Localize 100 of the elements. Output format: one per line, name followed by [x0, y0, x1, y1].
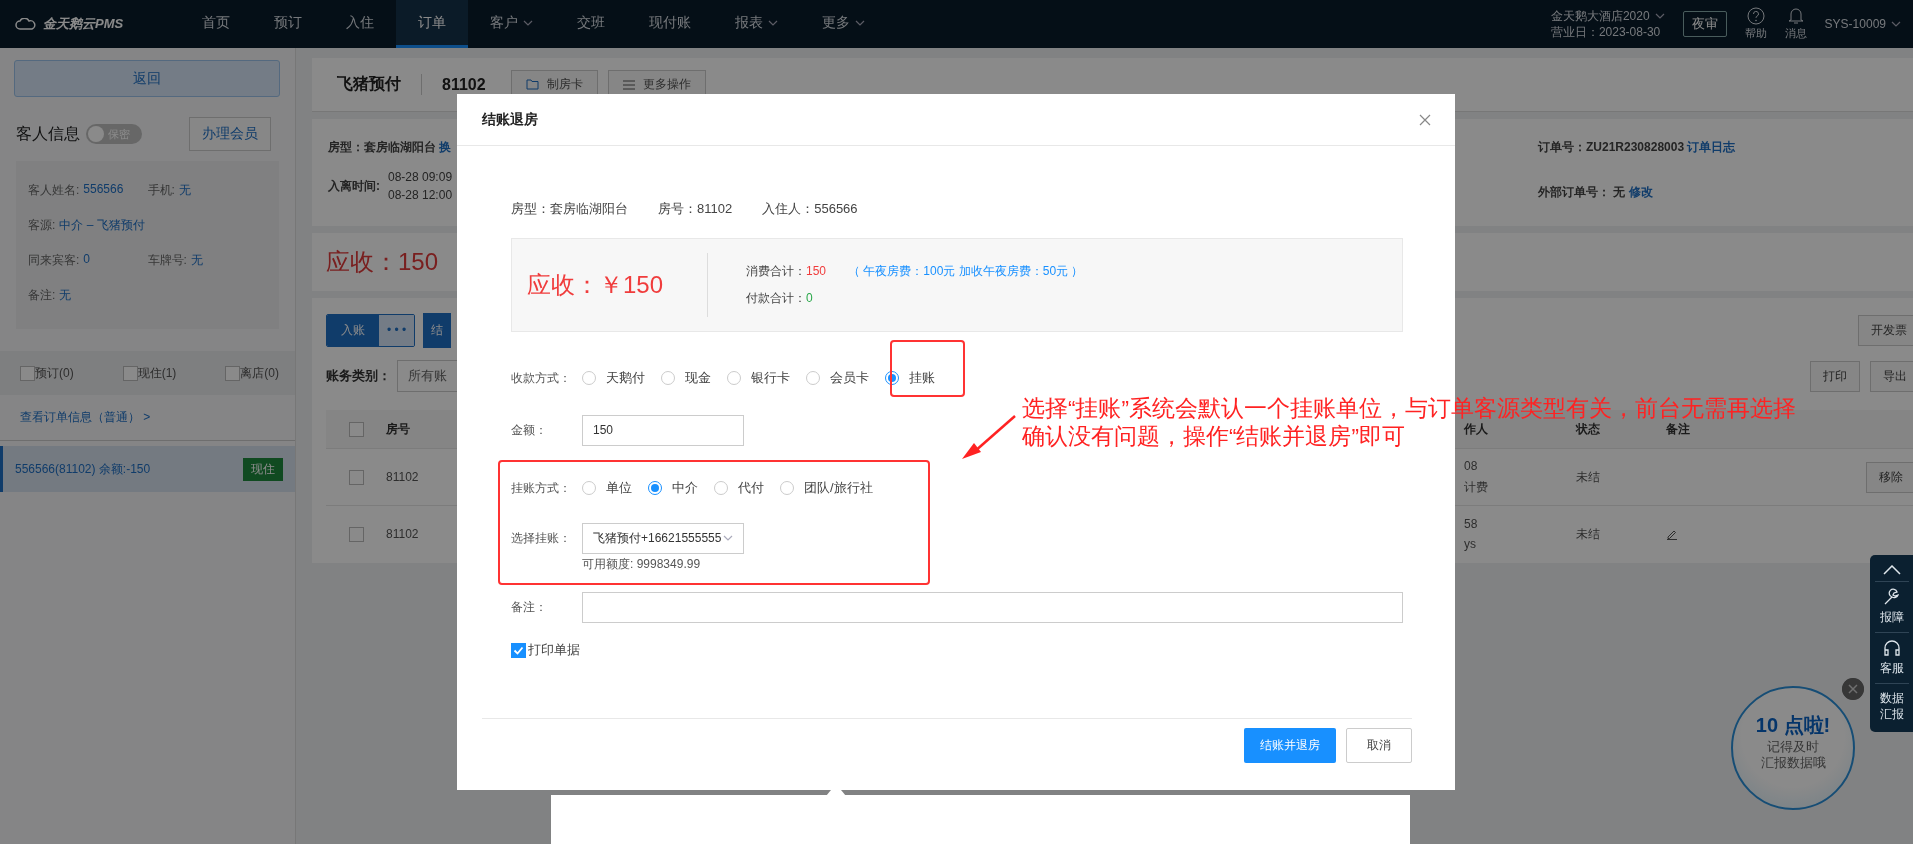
nav-tab[interactable]: 现付账 — [627, 0, 713, 48]
chevron-down-icon — [855, 19, 865, 26]
field-label: 消费合计： — [746, 264, 806, 278]
stay-label: 入离时间: — [328, 177, 380, 195]
cloud-icon — [15, 18, 37, 30]
table-cell: 08 — [1464, 458, 1478, 473]
pencil-icon[interactable] — [1666, 528, 1678, 540]
field-value: 0 — [83, 252, 91, 268]
status-badge: 现住 — [243, 457, 283, 481]
export-button[interactable]: 导出 — [1870, 360, 1913, 392]
chevron-down-icon — [1891, 21, 1901, 27]
field-value: 无 — [59, 287, 72, 304]
radio-option[interactable]: 代付 — [714, 479, 764, 497]
nav-tab[interactable]: 交班 — [555, 0, 627, 48]
radio-option[interactable]: 会员卡 — [806, 369, 869, 387]
column-header: 作人 — [1464, 420, 1488, 438]
radio-option[interactable]: 中介 — [648, 479, 698, 497]
remove-button[interactable]: 移除 — [1866, 461, 1913, 493]
field-label: 客人姓名: — [28, 182, 80, 199]
logo-text: 金天鹅云PMS — [43, 15, 124, 33]
invoice-button[interactable]: 开发票 — [1858, 314, 1913, 346]
close-icon[interactable] — [1842, 678, 1864, 700]
remark-input[interactable] — [582, 591, 1403, 623]
post-charge-button[interactable]: 入账 — [327, 314, 379, 346]
row-checkbox[interactable] — [348, 469, 364, 485]
room-number: 81102 — [441, 75, 487, 94]
receivable-amount: 应收：150 — [326, 247, 439, 277]
back-button[interactable]: 返回 — [14, 60, 280, 97]
checkout-button[interactable]: 结账并退房 — [1244, 728, 1336, 763]
field-label: 收款方式： — [511, 369, 572, 387]
field-label: 同来宾客: — [28, 252, 80, 269]
order-source: 飞猪预付 — [337, 74, 422, 95]
column-header: 状态 — [1576, 420, 1600, 438]
user-menu[interactable]: SYS-10009 — [1824, 17, 1901, 31]
field-value: 0 — [806, 291, 813, 305]
toolbar-label[interactable]: 客服 — [1879, 660, 1904, 677]
field-value: 中介 – 飞猪预付 — [59, 217, 145, 234]
app-logo[interactable]: 金天鹅云PMS — [0, 0, 180, 48]
help-icon[interactable] — [1746, 7, 1765, 25]
nav-tab[interactable]: 客户 — [468, 0, 555, 48]
chevron-down-icon — [723, 535, 733, 541]
cancel-button[interactable]: 取消 — [1346, 728, 1412, 763]
nav-tab[interactable]: 订单 — [396, 0, 468, 48]
select-all-checkbox[interactable] — [348, 421, 364, 437]
radio-option[interactable]: 现金 — [661, 369, 711, 387]
night-audit-button[interactable]: 夜审 — [1682, 11, 1727, 37]
available-credit: 可用额度: 9998349.99 — [582, 556, 702, 573]
room-label: 556566(81102) 余额:-150 — [15, 460, 151, 478]
table-cell: 计费 — [1464, 478, 1488, 496]
field-label: 挂账方式： — [511, 479, 572, 497]
nav-tab[interactable]: 预订 — [252, 0, 324, 48]
filter-checkbox[interactable]: 预订(0) — [20, 364, 74, 382]
account-select[interactable]: 飞猪预付+16621555555 — [582, 522, 744, 554]
toolbar-label[interactable]: 数据汇报 — [1879, 690, 1904, 722]
change-room-link[interactable]: 换 — [439, 140, 452, 154]
edit-link[interactable]: 修改 — [1628, 185, 1653, 199]
more-button[interactable]: • • • — [379, 314, 415, 346]
toolbar-label[interactable]: 报障 — [1879, 609, 1904, 626]
field-label: 手机: — [147, 182, 175, 199]
field-label: 客源: — [28, 217, 56, 234]
business-day: 营业日：2023-08-30 — [1550, 24, 1665, 40]
table-cell: 81102 — [386, 470, 419, 484]
chevron-down-icon — [1654, 13, 1665, 19]
nav-tab[interactable]: 入住 — [324, 0, 396, 48]
nav-tab[interactable]: 更多 — [800, 0, 887, 48]
filter-checkbox[interactable]: 离店(0) — [225, 364, 279, 382]
room-list-item[interactable]: 556566(81102) 余额:-150 现住 — [0, 446, 295, 492]
radio-option[interactable]: 天鹅付 — [582, 369, 645, 387]
action-button[interactable]: 结 — [423, 312, 452, 348]
membership-button[interactable]: 办理会员 — [189, 117, 271, 151]
filter-checkbox[interactable]: 现住(1) — [122, 364, 177, 382]
annotation-line: 确认没有问题，操作“结账并退房”即可 — [1022, 423, 1405, 451]
print-receipt-checkbox[interactable]: 打印单据 — [511, 641, 1403, 659]
row-checkbox[interactable] — [348, 526, 364, 542]
radio-option[interactable]: 银行卡 — [727, 369, 790, 387]
reminder-title: 10 点啦! — [1755, 712, 1831, 738]
list-icon — [622, 79, 635, 90]
nav-tab[interactable]: 报表 — [713, 0, 800, 48]
bell-icon[interactable] — [1787, 7, 1804, 25]
order-log-link[interactable]: 订单日志 — [1687, 140, 1736, 154]
field-value: 556566 — [83, 182, 124, 198]
reminder-text: 汇报数据哦 — [1760, 754, 1826, 771]
field-label: 备注: — [28, 287, 56, 304]
messages-label: 消息 — [1784, 26, 1807, 41]
order-info-link[interactable]: 查看订单信息（普通） > — [0, 395, 295, 441]
amount-input[interactable]: 150 — [582, 414, 744, 446]
chevron-up-icon[interactable] — [1882, 565, 1901, 575]
nav-tab[interactable]: 首页 — [180, 0, 252, 48]
hotel-name[interactable]: 金天鹅大酒店2020 — [1550, 8, 1665, 24]
radio-option[interactable]: 挂账 — [885, 369, 935, 387]
field-value: 无 — [190, 252, 203, 269]
category-label: 账务类别： — [326, 367, 391, 385]
radio-option[interactable]: 单位 — [582, 479, 632, 497]
folder-icon — [525, 79, 539, 90]
radio-option[interactable]: 团队/旅行社 — [780, 479, 873, 497]
stay-time: 08-28 09:09 — [388, 170, 453, 184]
external-order-number: 外部订单号： 无 修改 — [1538, 184, 1654, 201]
print-button[interactable]: 打印 — [1810, 360, 1860, 392]
reminder-bubble[interactable]: 10 点啦! 记得及时 汇报数据哦 — [1731, 686, 1855, 810]
column-header: 备注 — [1666, 420, 1690, 438]
